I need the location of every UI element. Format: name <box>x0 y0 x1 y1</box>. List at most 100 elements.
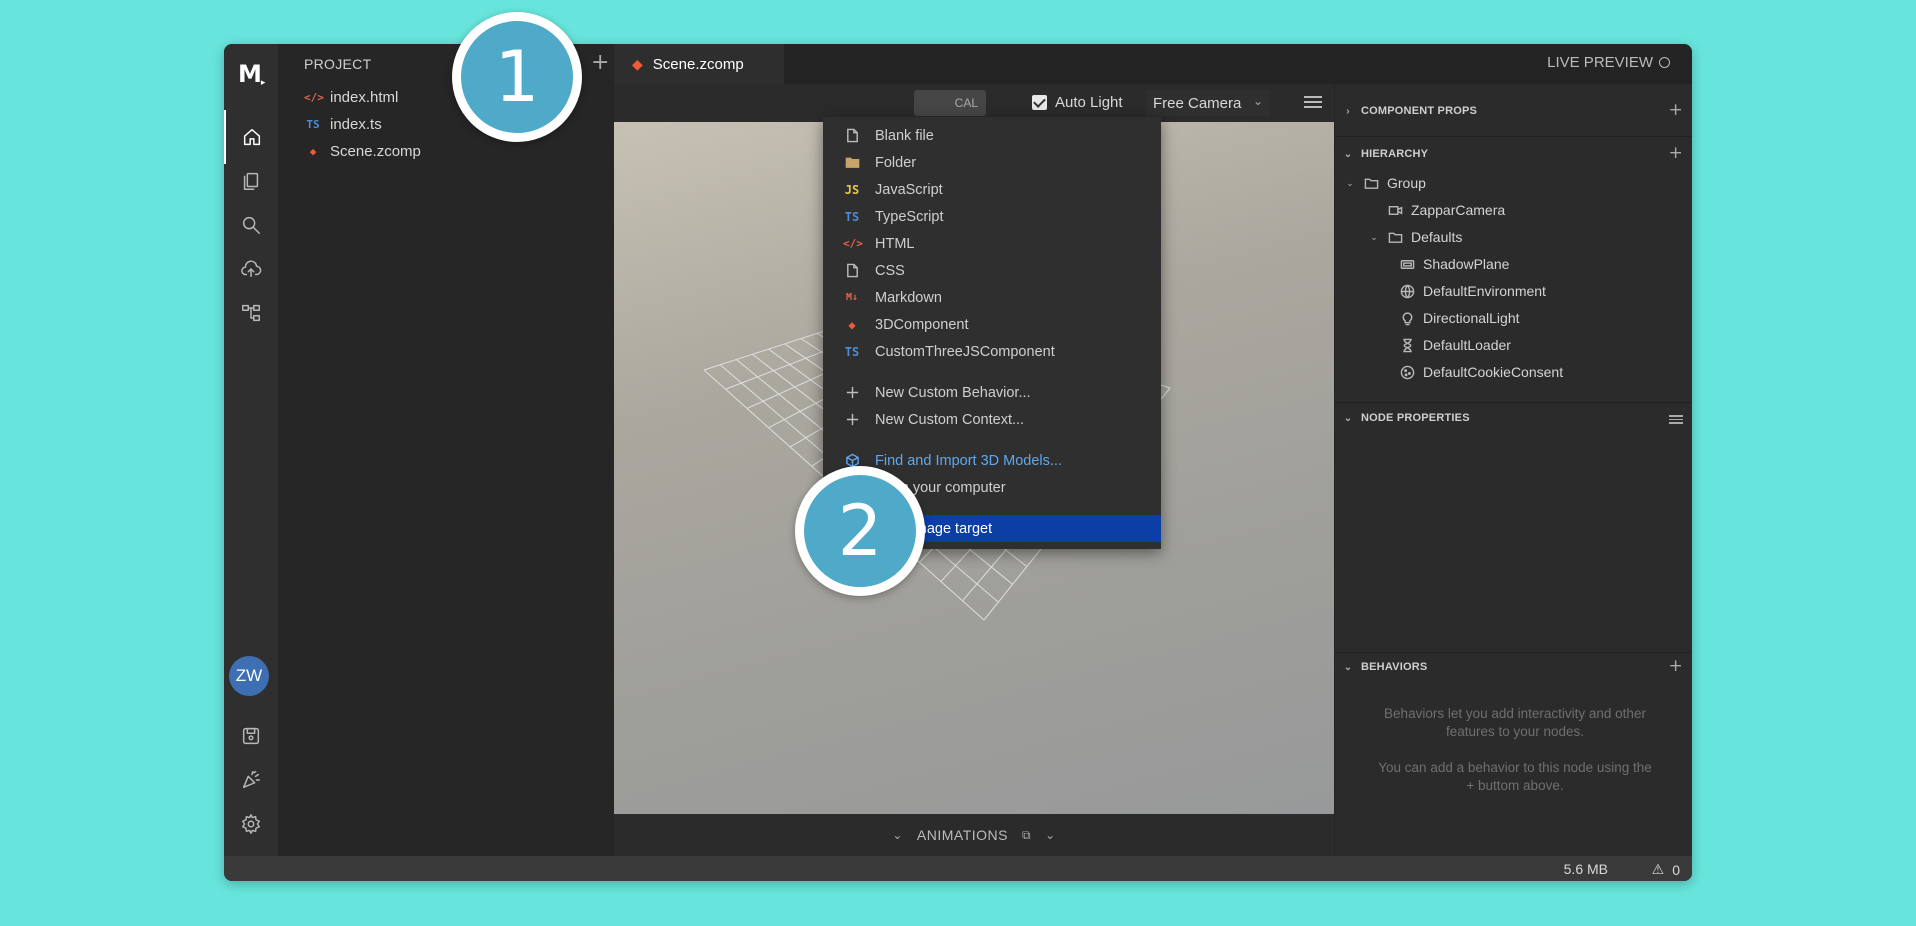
menu-item-label: 3DComponent <box>875 316 969 333</box>
activity-bar: M▸ ZW <box>224 44 278 856</box>
menu-item-new-custom-behavior[interactable]: New Custom Behavior... <box>823 379 1161 406</box>
component-props-header[interactable]: › COMPONENT PROPS + <box>1335 98 1692 124</box>
menu-item-javascript[interactable]: JS JavaScript <box>823 176 1161 203</box>
animations-label[interactable]: ANIMATIONS <box>917 827 1008 843</box>
node-shadow-plane[interactable]: ShadowPlane <box>1379 253 1509 275</box>
behaviors-help-text: You can add a behavior to this node usin… <box>1378 760 1652 793</box>
camera-select[interactable]: Free Camera ⌄ <box>1146 90 1270 116</box>
menu-item-css[interactable]: CSS <box>823 257 1161 284</box>
chevron-down-icon[interactable]: ⌄ <box>1045 828 1056 842</box>
menu-item-label: CustomThreeJSComponent <box>875 343 1055 360</box>
file-label: index.ts <box>330 115 382 133</box>
add-component-button[interactable]: + <box>1669 100 1683 120</box>
project-size: 5.6 MB <box>1563 861 1608 877</box>
auto-light-label: Auto Light <box>1055 94 1123 111</box>
hierarchy-button[interactable] <box>224 286 278 340</box>
node-defaults[interactable]: ⌄ Defaults <box>1367 226 1462 248</box>
chevron-down-icon: ⌄ <box>1370 231 1378 242</box>
menu-icon[interactable] <box>1669 413 1683 426</box>
search-icon <box>242 216 260 234</box>
menu-item-typescript[interactable]: TS TypeScript <box>823 203 1161 230</box>
typescript-icon: TS <box>844 209 860 224</box>
checkbox-checked-icon <box>1032 95 1047 110</box>
markdown-icon: M↓ <box>845 292 859 303</box>
chevron-down-icon: ⌄ <box>1343 148 1353 160</box>
plus-icon <box>843 385 861 400</box>
section-title: COMPONENT PROPS <box>1361 105 1478 117</box>
node-group[interactable]: ⌄ Group <box>1343 172 1426 194</box>
chevron-down-icon: ⌄ <box>1343 412 1353 424</box>
live-preview-button[interactable]: LIVE PREVIEW <box>1547 54 1670 71</box>
user-avatar[interactable]: ZW <box>229 656 269 696</box>
warnings-indicator[interactable]: ⚠ 0 <box>1652 861 1680 878</box>
auto-light-checkbox[interactable]: Auto Light <box>1032 94 1123 111</box>
add-behavior-button[interactable]: + <box>1669 656 1683 676</box>
zcomp-icon: ◆ <box>848 317 856 332</box>
typescript-icon: TS <box>844 344 860 359</box>
typescript-icon: TS <box>306 117 320 131</box>
menu-item-folder[interactable]: Folder <box>823 149 1161 176</box>
chevron-down-icon[interactable]: ⌄ <box>892 828 903 842</box>
file-label: Scene.zcomp <box>330 142 421 160</box>
chevron-down-icon: ⌄ <box>1343 661 1353 673</box>
tab-bar: ◆ Scene.zcomp LIVE PREVIEW <box>614 44 1692 84</box>
menu-item-label: Find and Import 3D Models... <box>875 452 1062 469</box>
menu-item-blank-file[interactable]: Blank file <box>823 122 1161 149</box>
local-toggle-button[interactable]: CAL <box>914 90 986 116</box>
javascript-icon: JS <box>844 182 860 197</box>
tab-scene-zcomp[interactable]: ◆ Scene.zcomp <box>614 44 784 84</box>
node-label: Group <box>1387 175 1426 191</box>
node-default-cookie-consent[interactable]: DefaultCookieConsent <box>1379 361 1563 383</box>
warning-icon: ⚠ <box>1651 861 1665 877</box>
menu-item-custom-threejs-component[interactable]: TS CustomThreeJSComponent <box>823 338 1161 365</box>
folder-icon <box>1363 175 1379 191</box>
behaviors-header[interactable]: ⌄ BEHAVIORS + <box>1335 654 1692 680</box>
external-link-icon[interactable]: ⧉ <box>1022 828 1031 843</box>
menu-item-markdown[interactable]: M↓ Markdown <box>823 284 1161 311</box>
status-bar: 5.6 MB ⚠ 0 <box>224 856 1692 881</box>
node-directional-light[interactable]: DirectionalLight <box>1379 307 1520 329</box>
node-label: ZapparCamera <box>1411 202 1506 218</box>
zcomp-icon: ◆ <box>309 144 317 158</box>
animations-bar: ⌄ ANIMATIONS ⧉ ⌄ <box>614 814 1334 856</box>
camera-select-value: Free Camera <box>1153 94 1242 112</box>
html-icon: </> <box>843 237 863 250</box>
menu-item-label: TypeScript <box>875 208 944 225</box>
node-label: DefaultCookieConsent <box>1423 364 1564 380</box>
tab-label: Scene.zcomp <box>652 55 744 73</box>
settings-button[interactable] <box>224 797 278 851</box>
add-node-button[interactable]: + <box>1669 143 1683 163</box>
menu-item-label: Folder <box>875 154 917 171</box>
node-label: Defaults <box>1411 229 1463 245</box>
node-label: DefaultLoader <box>1423 337 1511 353</box>
add-file-button[interactable]: + <box>591 50 609 75</box>
file-label: index.html <box>330 88 399 106</box>
tree-icon <box>242 304 260 322</box>
menu-item-new-custom-context[interactable]: New Custom Context... <box>823 406 1161 433</box>
menu-item-html[interactable]: </> HTML <box>823 230 1161 257</box>
node-zappar-camera[interactable]: ZapparCamera <box>1367 199 1505 221</box>
file-scene-zcomp[interactable]: ◆ Scene.zcomp <box>304 140 421 162</box>
folder-icon <box>1387 229 1403 245</box>
node-default-environment[interactable]: DefaultEnvironment <box>1379 280 1546 302</box>
menu-item-3dcomponent[interactable]: ◆ 3DComponent <box>823 311 1161 338</box>
chevron-right-icon: › <box>1346 105 1350 117</box>
plane-icon <box>1399 256 1415 272</box>
file-index-ts[interactable]: TS index.ts <box>304 113 382 135</box>
menu-item-label: CSS <box>875 262 905 279</box>
status-circle-icon <box>1659 57 1670 68</box>
save-icon <box>242 727 260 745</box>
hourglass-icon <box>1399 337 1415 353</box>
node-default-loader[interactable]: DefaultLoader <box>1379 334 1511 356</box>
party-popper-icon <box>242 771 260 789</box>
app-logo[interactable]: M▸ <box>238 60 265 88</box>
hierarchy-header[interactable]: ⌄ HIERARCHY + <box>1335 141 1692 167</box>
node-label: ShadowPlane <box>1423 256 1510 272</box>
chevron-down-icon: ⌄ <box>1252 94 1263 108</box>
right-panel: › COMPONENT PROPS + ⌄ HIERARCHY + ⌄ Grou… <box>1334 84 1692 856</box>
live-preview-label: LIVE PREVIEW <box>1547 54 1653 71</box>
file-index-html[interactable]: </> index.html <box>304 86 398 108</box>
node-properties-header[interactable]: ⌄ NODE PROPERTIES <box>1335 405 1692 431</box>
viewport-menu-button[interactable] <box>1304 93 1322 111</box>
file-icon <box>843 263 861 278</box>
